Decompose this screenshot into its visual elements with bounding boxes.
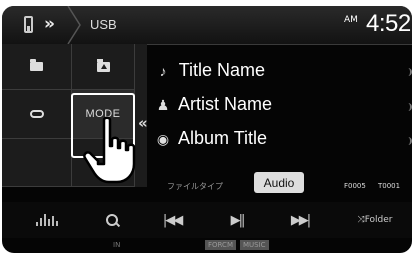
next-icon: ▶▶| (290, 212, 311, 228)
shuffle-folder-icon: ⤨ (357, 215, 365, 225)
music-note-icon: ♪ (159, 63, 167, 79)
previous-button[interactable]: |◀◀ (150, 206, 194, 234)
clock-time: 4:52 (366, 10, 411, 37)
top-bar: » USB AM 4:52 (2, 6, 412, 45)
folder-up-icon (96, 58, 110, 72)
empty-cell (2, 139, 72, 187)
breadcrumb-separator (67, 6, 81, 44)
screen: » USB AM 4:52 MODE « ♪ Title Name ♟ Arti… (2, 6, 412, 253)
equalizer-button[interactable] (22, 206, 72, 234)
album-title: Album Title (178, 128, 268, 148)
folder-button[interactable] (2, 44, 72, 90)
person-icon: ♟ (156, 97, 170, 113)
input-label: IN (113, 241, 121, 249)
disc-icon: ◉ (156, 131, 170, 147)
shuffle-folder-button[interactable]: ⤨ Folder (342, 206, 408, 234)
file-type-label: ファイルタイプ (167, 182, 223, 191)
equalizer-icon (36, 214, 58, 226)
control-bar: |◀◀ ▶|| ▶▶| ⤨ Folder (2, 202, 412, 238)
artist-row: ♟ Artist Name (152, 94, 272, 115)
album-row: ◉ Album Title (152, 128, 267, 149)
artist-name: Artist Name (178, 94, 273, 114)
usb-icon (24, 16, 33, 33)
next-button[interactable]: ▶▶| (278, 206, 322, 234)
play-pause-button[interactable]: ▶|| (215, 206, 259, 234)
folder-label: Folder (364, 215, 393, 225)
source-label: USB (90, 17, 117, 32)
track-number: T0001 (378, 182, 401, 190)
status-strip: IN FORCM MUSIC (2, 238, 412, 253)
title-row: ♪ Title Name (152, 60, 266, 81)
repeat-button[interactable] (2, 90, 72, 139)
file-type-button[interactable]: Audio (254, 172, 304, 193)
clock-ampm: AM (344, 15, 358, 25)
scroll-indicator (406, 103, 412, 111)
folder-icon (30, 59, 43, 71)
status-tag: MUSIC (240, 240, 269, 250)
status-tag: FORCM (205, 240, 236, 250)
pointing-hand-icon (83, 116, 136, 184)
repeat-icon (29, 110, 44, 118)
track-title: Title Name (178, 60, 266, 80)
scroll-indicator (406, 137, 412, 145)
folder-up-button[interactable] (72, 44, 135, 90)
scroll-indicator (406, 68, 412, 76)
play-pause-icon: ▶|| (230, 212, 246, 228)
search-icon (106, 214, 118, 226)
nav-expand-button[interactable]: » (44, 14, 55, 34)
search-button[interactable] (92, 206, 132, 234)
previous-icon: |◀◀ (162, 212, 183, 228)
folder-number: F0005 (344, 182, 366, 190)
